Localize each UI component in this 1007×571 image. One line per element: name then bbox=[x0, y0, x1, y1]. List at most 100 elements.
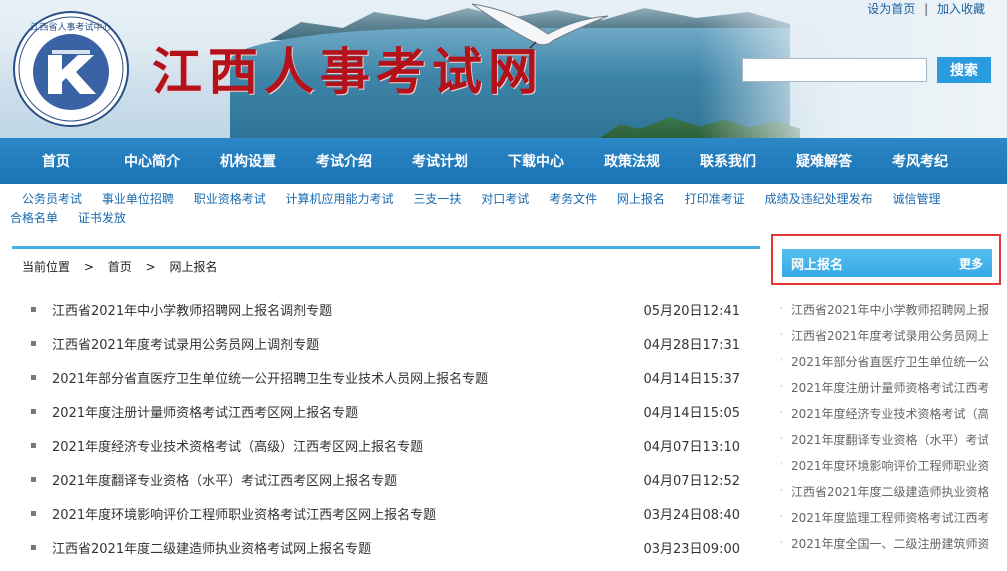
sidebar-item-link[interactable]: 2021年度注册计量师资格考试江西考 bbox=[791, 379, 988, 396]
top-links-separator: | bbox=[924, 2, 929, 16]
bullet-icon: · bbox=[780, 382, 783, 392]
subnav-professional-qualification[interactable]: 职业资格考试 bbox=[194, 190, 266, 209]
content-divider bbox=[12, 246, 760, 249]
list-item: ▪ 江西省2021年中小学教师招聘网上报名调剂专题 05月20日12:41 bbox=[30, 292, 740, 326]
list-item-date: 03月23日09:00 bbox=[643, 541, 740, 557]
sidebar-list-item: · 2021年度翻译专业资格（水平）考试 bbox=[780, 426, 988, 452]
bullet-icon: · bbox=[780, 460, 783, 470]
list-item-date: 05月20日12:41 bbox=[643, 303, 740, 319]
logo-icon: 江西省人事考试中心 bbox=[13, 11, 129, 127]
sidebar-item-link[interactable]: 江西省2021年度二级建造师执业资格 bbox=[791, 483, 988, 500]
sidebar-item-link[interactable]: 2021年度监理工程师资格考试江西考 bbox=[791, 509, 988, 526]
breadcrumb-separator: > bbox=[145, 260, 156, 274]
sidebar-title: 网上报名 bbox=[791, 257, 844, 273]
subnav-duikou-exam[interactable]: 对口考试 bbox=[481, 190, 529, 209]
list-item-title[interactable]: 江西省2021年度二级建造师执业资格考试网上报名专题 bbox=[52, 538, 635, 557]
list-item-title[interactable]: 江西省2021年度考试录用公务员网上调剂专题 bbox=[52, 334, 635, 353]
breadcrumb-current[interactable]: 网上报名 bbox=[169, 260, 217, 274]
more-link[interactable]: 更多 bbox=[959, 255, 983, 272]
sidebar-list-item: · 2021年度环境影响评价工程师职业资 bbox=[780, 452, 988, 478]
list-item-date: 04月07日12:52 bbox=[643, 473, 740, 489]
sidebar-list-item: · 2021年度注册计量师资格考试江西考 bbox=[780, 374, 988, 400]
add-favorite-link[interactable]: 加入收藏 bbox=[937, 2, 985, 16]
sidebar-list-item: · 2021年度监理工程师资格考试江西考 bbox=[780, 504, 988, 530]
list-item-title[interactable]: 2021年部分省直医疗卫生单位统一公开招聘卫生专业技术人员网上报名专题 bbox=[52, 368, 635, 387]
subnav-qualified-list[interactable]: 合格名单 bbox=[10, 209, 58, 228]
list-item-title[interactable]: 2021年度注册计量师资格考试江西考区网上报名专题 bbox=[52, 402, 635, 421]
bullet-icon: · bbox=[780, 330, 783, 340]
search-input[interactable] bbox=[742, 58, 927, 82]
sidebar-list-item: · 江西省2021年中小学教师招聘网上报 bbox=[780, 296, 988, 322]
nav-item-center-intro[interactable]: 中心简介 bbox=[104, 151, 200, 171]
subnav-civil-service[interactable]: 公务员考试 bbox=[22, 190, 82, 209]
nav-item-exam-plan[interactable]: 考试计划 bbox=[392, 151, 488, 171]
nav-item-discipline[interactable]: 考风考纪 bbox=[872, 151, 968, 171]
sidebar-item-link[interactable]: 2021年度环境影响评价工程师职业资 bbox=[791, 457, 988, 474]
list-item-date: 04月14日15:37 bbox=[643, 371, 740, 387]
bullet-icon: ▪ bbox=[30, 337, 37, 349]
nav-item-downloads[interactable]: 下载中心 bbox=[488, 151, 584, 171]
subnav-print-admission[interactable]: 打印准考证 bbox=[685, 190, 745, 209]
nav-item-contact[interactable]: 联系我们 bbox=[680, 151, 776, 171]
breadcrumb: 当前位置 > 首页 > 网上报名 bbox=[22, 258, 217, 275]
breadcrumb-prefix: 当前位置 bbox=[22, 260, 71, 274]
subnav-online-registration[interactable]: 网上报名 bbox=[617, 190, 665, 209]
bullet-icon: ▪ bbox=[30, 405, 37, 417]
main-nav: 首页 中心简介 机构设置 考试介绍 考试计划 下载中心 政策法规 联系我们 疑难… bbox=[0, 138, 1007, 184]
subnav-scores-violations[interactable]: 成绩及违纪处理发布 bbox=[765, 190, 873, 209]
set-homepage-link[interactable]: 设为首页 bbox=[867, 2, 915, 16]
sidebar-list-item: · 江西省2021年度二级建造师执业资格 bbox=[780, 478, 988, 504]
nav-item-policies[interactable]: 政策法规 bbox=[584, 151, 680, 171]
list-item-date: 04月07日13:10 bbox=[643, 439, 740, 455]
sidebar-item-link[interactable]: 2021年度翻译专业资格（水平）考试 bbox=[791, 431, 988, 448]
sidebar-list: · 江西省2021年中小学教师招聘网上报 · 江西省2021年度考试录用公务员网… bbox=[780, 296, 988, 556]
nav-item-exam-intro[interactable]: 考试介绍 bbox=[296, 151, 392, 171]
subnav-public-institution[interactable]: 事业单位招聘 bbox=[102, 190, 174, 209]
subnav-sanzhiyifu[interactable]: 三支一扶 bbox=[413, 190, 461, 209]
bullet-icon: ▪ bbox=[30, 541, 37, 553]
sidebar-item-link[interactable]: 2021年部分省直医疗卫生单位统一公 bbox=[791, 353, 988, 370]
breadcrumb-home[interactable]: 首页 bbox=[108, 260, 132, 274]
bullet-icon: · bbox=[780, 408, 783, 418]
list-item-title[interactable]: 2021年度翻译专业资格（水平）考试江西考区网上报名专题 bbox=[52, 470, 635, 489]
list-item: ▪ 江西省2021年度二级建造师执业资格考试网上报名专题 03月23日09:00 bbox=[30, 530, 740, 564]
list-item: ▪ 2021年度经济专业技术资格考试（高级）江西考区网上报名专题 04月07日1… bbox=[30, 428, 740, 462]
bullet-icon: ▪ bbox=[30, 507, 37, 519]
list-item-date: 04月28日17:31 bbox=[643, 337, 740, 353]
bullet-icon: · bbox=[780, 512, 783, 522]
sidebar-item-link[interactable]: 2021年度经济专业技术资格考试（高 bbox=[791, 405, 988, 422]
subnav-certificates[interactable]: 证书发放 bbox=[78, 209, 126, 228]
nav-item-faq[interactable]: 疑难解答 bbox=[776, 151, 872, 171]
subnav-computer-skills[interactable]: 计算机应用能力考试 bbox=[286, 190, 394, 209]
subnav-integrity[interactable]: 诚信管理 bbox=[892, 190, 940, 209]
list-item-title[interactable]: 2021年度环境影响评价工程师职业资格考试江西考区网上报名专题 bbox=[52, 504, 635, 523]
nav-item-home[interactable]: 首页 bbox=[8, 151, 104, 171]
list-item-date: 04月14日15:05 bbox=[643, 405, 740, 421]
search-button[interactable]: 搜索 bbox=[937, 57, 991, 83]
bullet-icon: · bbox=[780, 356, 783, 366]
bullet-icon: · bbox=[780, 538, 783, 548]
sidebar-item-link[interactable]: 江西省2021年中小学教师招聘网上报 bbox=[791, 301, 988, 318]
sidebar-list-item: · 江西省2021年度考试录用公务员网上 bbox=[780, 322, 988, 348]
sub-nav: 公务员考试 事业单位招聘 职业资格考试 计算机应用能力考试 三支一扶 对口考试 … bbox=[10, 190, 1000, 228]
news-list: ▪ 江西省2021年中小学教师招聘网上报名调剂专题 05月20日12:41 ▪ … bbox=[30, 292, 740, 564]
sidebar-list-item: · 2021年部分省直医疗卫生单位统一公 bbox=[780, 348, 988, 374]
sidebar-item-link[interactable]: 江西省2021年度考试录用公务员网上 bbox=[791, 327, 988, 344]
subnav-exam-documents[interactable]: 考务文件 bbox=[549, 190, 597, 209]
list-item-title[interactable]: 2021年度经济专业技术资格考试（高级）江西考区网上报名专题 bbox=[52, 436, 635, 455]
bullet-icon: · bbox=[780, 486, 783, 496]
bullet-icon: ▪ bbox=[30, 303, 37, 315]
breadcrumb-separator: > bbox=[83, 260, 94, 274]
list-item: ▪ 2021年度注册计量师资格考试江西考区网上报名专题 04月14日15:05 bbox=[30, 394, 740, 428]
bullet-icon: · bbox=[780, 434, 783, 444]
nav-item-organization[interactable]: 机构设置 bbox=[200, 151, 296, 171]
sidebar-header: 网上报名 更多 bbox=[782, 249, 992, 277]
sidebar-list-item: · 2021年度全国一、二级注册建筑师资 bbox=[780, 530, 988, 556]
list-item-title[interactable]: 江西省2021年中小学教师招聘网上报名调剂专题 bbox=[52, 300, 635, 319]
list-item-date: 03月24日08:40 bbox=[643, 507, 740, 523]
bullet-icon: · bbox=[780, 304, 783, 314]
sidebar-item-link[interactable]: 2021年度全国一、二级注册建筑师资 bbox=[791, 535, 988, 552]
site-title: 江西人事考试网 bbox=[152, 42, 544, 101]
svg-text:江西省人事考试中心: 江西省人事考试中心 bbox=[30, 21, 111, 33]
bullet-icon: ▪ bbox=[30, 371, 37, 383]
